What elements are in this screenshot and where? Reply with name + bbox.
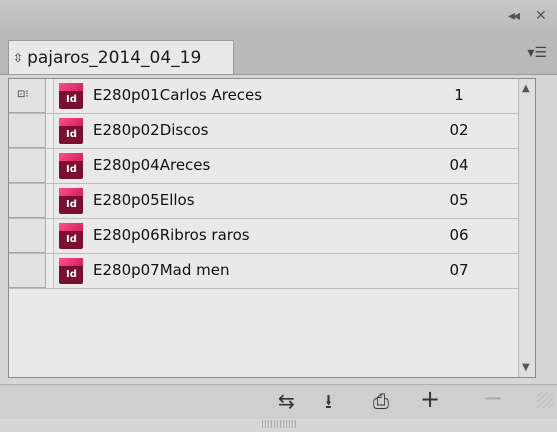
tab-label: pajaros_2014_04_19 — [27, 47, 202, 68]
indesign-document-icon: Id — [59, 153, 83, 179]
double-chevron-left-icon[interactable]: ◂◂ — [508, 6, 520, 26]
indesign-document-icon: Id — [59, 258, 83, 284]
page-range: 07 — [449, 261, 469, 279]
page-range: 1 — [454, 86, 464, 104]
panel-menu-icon[interactable]: ▾☰ — [527, 45, 547, 61]
status-cell[interactable] — [9, 219, 46, 253]
plus-icon[interactable]: + — [420, 387, 440, 411]
page-range: 05 — [449, 191, 469, 209]
print-icon[interactable]: ⎙ — [373, 390, 389, 412]
status-cell[interactable] — [9, 149, 46, 183]
status-cell[interactable] — [9, 114, 46, 148]
list-item[interactable]: ⊡⁝ Id E280p01Carlos Areces 1 — [9, 79, 535, 114]
document-name: E280p05Ellos — [93, 191, 195, 209]
indesign-document-icon: Id — [59, 188, 83, 214]
list-item[interactable]: Id E280p02Discos 02 — [9, 114, 535, 149]
list-item[interactable]: Id E280p06Ribros raros 06 — [9, 219, 535, 254]
tab-book[interactable]: ⇳ pajaros_2014_04_19 — [8, 40, 234, 74]
vertical-scrollbar[interactable]: ▲ ▼ — [518, 79, 535, 377]
indesign-document-icon: Id — [59, 118, 83, 144]
status-cell[interactable] — [9, 184, 46, 218]
status-cell[interactable]: ⊡⁝ — [9, 79, 46, 113]
minus-icon[interactable]: − — [483, 386, 503, 410]
scroll-up-icon[interactable]: ▲ — [522, 83, 530, 94]
close-icon[interactable]: ✕ — [535, 6, 547, 26]
corner-resize-handle[interactable] — [537, 392, 553, 408]
list-item[interactable]: Id E280p07Mad men 07 — [9, 254, 535, 289]
list-item[interactable]: Id E280p04Areces 04 — [9, 149, 535, 184]
save-icon[interactable]: ⭳ — [325, 390, 332, 412]
document-name: E280p02Discos — [93, 121, 209, 139]
page-range: 02 — [449, 121, 469, 139]
resize-grip[interactable] — [262, 420, 296, 428]
tab-row: ⇳ pajaros_2014_04_19 ▾☰ — [0, 36, 557, 75]
synchronize-arrows-icon[interactable]: ⇆ — [278, 390, 295, 412]
updown-arrows-icon: ⇳ — [13, 50, 24, 65]
document-name: E280p06Ribros raros — [93, 226, 250, 244]
indesign-document-icon: Id — [59, 223, 83, 249]
list-item[interactable]: Id E280p05Ellos 05 — [9, 184, 535, 219]
document-list: ⊡⁝ Id E280p01Carlos Areces 1 Id E280p02D… — [8, 78, 536, 378]
style-source-icon: ⊡⁝ — [17, 89, 29, 100]
panel-title-bar: ◂◂ ✕ — [0, 0, 557, 37]
status-cell[interactable] — [9, 254, 46, 288]
document-name: E280p04Areces — [93, 156, 211, 174]
indesign-document-icon: Id — [59, 83, 83, 109]
page-range: 04 — [449, 156, 469, 174]
scroll-down-icon[interactable]: ▼ — [522, 362, 530, 373]
bottom-toolbar: ⇆ ⭳ ⎙ + − — [0, 384, 557, 419]
document-name: E280p07Mad men — [93, 261, 230, 279]
document-name: E280p01Carlos Areces — [93, 86, 263, 104]
page-range: 06 — [449, 226, 469, 244]
